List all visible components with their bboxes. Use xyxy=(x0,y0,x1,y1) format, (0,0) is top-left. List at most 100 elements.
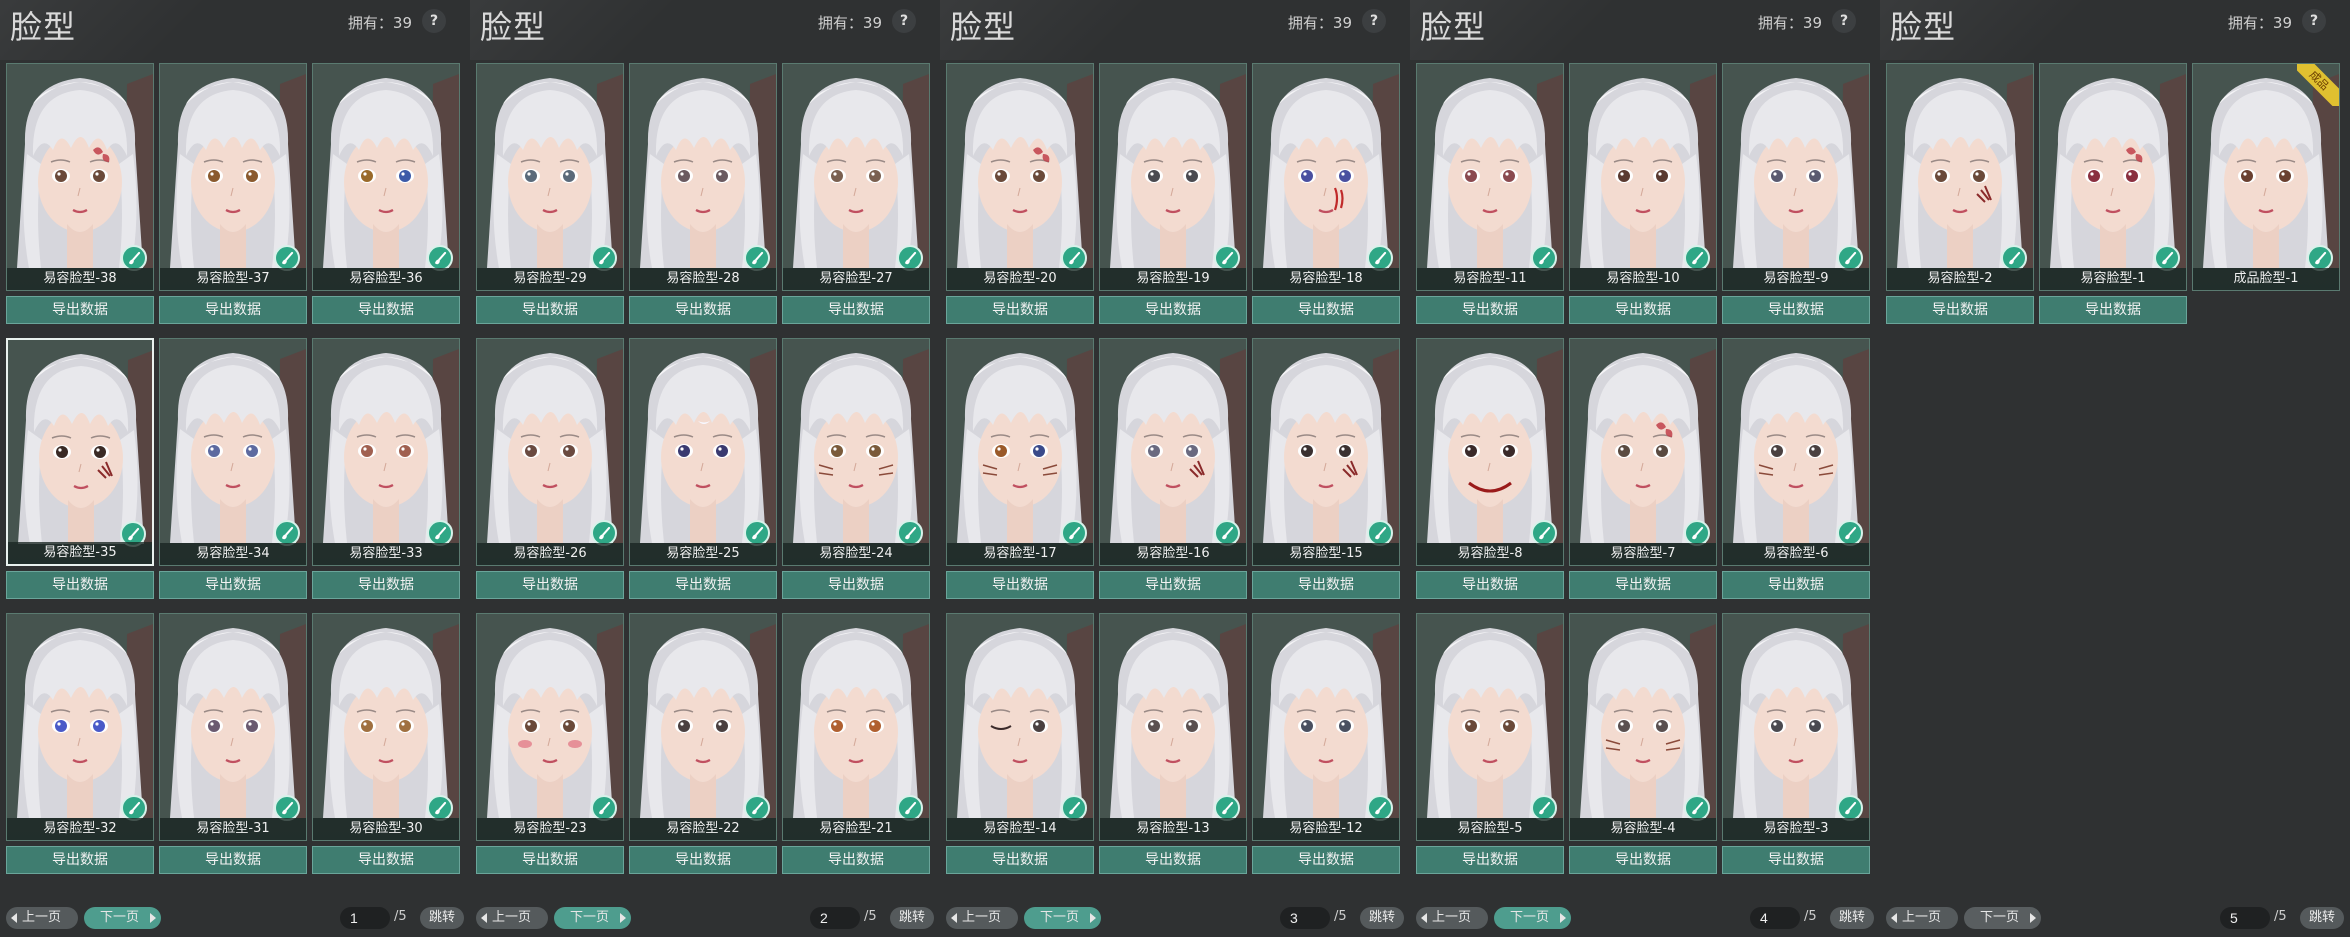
face-card[interactable]: 易容脸型-16 xyxy=(1099,338,1247,566)
face-card[interactable]: 易容脸型-34 xyxy=(159,338,307,566)
face-card[interactable]: 易容脸型-20 xyxy=(946,63,1094,291)
export-data-button[interactable]: 导出数据 xyxy=(1569,571,1717,599)
export-data-button[interactable]: 导出数据 xyxy=(1722,571,1870,599)
jump-button[interactable]: 跳转 xyxy=(1360,907,1404,929)
jump-button[interactable]: 跳转 xyxy=(420,907,464,929)
face-card[interactable]: 易容脸型-28 xyxy=(629,63,777,291)
export-data-button[interactable]: 导出数据 xyxy=(6,846,154,874)
help-icon[interactable]: ? xyxy=(1832,9,1856,33)
jump-button[interactable]: 跳转 xyxy=(1830,907,1874,929)
face-card[interactable]: 易容脸型-31 xyxy=(159,613,307,841)
export-data-button[interactable]: 导出数据 xyxy=(1416,296,1564,324)
export-data-button[interactable]: 导出数据 xyxy=(159,846,307,874)
prev-page-button[interactable]: 上一页 xyxy=(476,907,548,929)
face-card[interactable]: 易容脸型-25 xyxy=(629,338,777,566)
prev-page-button[interactable]: 上一页 xyxy=(946,907,1018,929)
export-data-button[interactable]: 导出数据 xyxy=(1886,296,2034,324)
jump-button[interactable]: 跳转 xyxy=(890,907,934,929)
page-number-input[interactable] xyxy=(340,907,390,929)
export-data-button[interactable]: 导出数据 xyxy=(476,296,624,324)
export-data-button[interactable]: 导出数据 xyxy=(629,571,777,599)
export-data-button[interactable]: 导出数据 xyxy=(946,296,1094,324)
face-card[interactable]: 易容脸型-19 xyxy=(1099,63,1247,291)
face-card[interactable]: 易容脸型-8 xyxy=(1416,338,1564,566)
face-card[interactable]: 易容脸型-33 xyxy=(312,338,460,566)
export-data-button[interactable]: 导出数据 xyxy=(1252,296,1400,324)
export-data-button[interactable]: 导出数据 xyxy=(946,846,1094,874)
next-page-button[interactable]: 下一页 xyxy=(554,907,631,929)
face-card[interactable]: 易容脸型-7 xyxy=(1569,338,1717,566)
help-icon[interactable]: ? xyxy=(422,9,446,33)
face-card[interactable]: 易容脸型-15 xyxy=(1252,338,1400,566)
face-card[interactable]: 易容脸型-37 xyxy=(159,63,307,291)
face-card[interactable]: 易容脸型-18 xyxy=(1252,63,1400,291)
page-number-input[interactable] xyxy=(2220,907,2270,929)
jump-button[interactable]: 跳转 xyxy=(2300,907,2344,929)
face-card[interactable]: 易容脸型-21 xyxy=(782,613,930,841)
export-data-button[interactable]: 导出数据 xyxy=(782,296,930,324)
export-data-button[interactable]: 导出数据 xyxy=(6,571,154,599)
face-card[interactable]: 易容脸型-12 xyxy=(1252,613,1400,841)
export-data-button[interactable]: 导出数据 xyxy=(1252,571,1400,599)
export-data-button[interactable]: 导出数据 xyxy=(1416,846,1564,874)
prev-page-button[interactable]: 上一页 xyxy=(6,907,78,929)
export-data-button[interactable]: 导出数据 xyxy=(629,296,777,324)
face-card[interactable]: 易容脸型-10 xyxy=(1569,63,1717,291)
export-data-button[interactable]: 导出数据 xyxy=(629,846,777,874)
export-data-button[interactable]: 导出数据 xyxy=(312,571,460,599)
face-card[interactable]: 易容脸型-5 xyxy=(1416,613,1564,841)
face-card[interactable]: 易容脸型-35 xyxy=(6,338,154,566)
face-card[interactable]: 易容脸型-24 xyxy=(782,338,930,566)
face-card[interactable]: 易容脸型-32 xyxy=(6,613,154,841)
next-page-button[interactable]: 下一页 xyxy=(1494,907,1571,929)
help-icon[interactable]: ? xyxy=(892,9,916,33)
export-data-button[interactable]: 导出数据 xyxy=(476,571,624,599)
export-data-button[interactable]: 导出数据 xyxy=(159,296,307,324)
prev-page-button[interactable]: 上一页 xyxy=(1416,907,1488,929)
face-card[interactable]: 易容脸型-3 xyxy=(1722,613,1870,841)
export-data-button[interactable]: 导出数据 xyxy=(1099,571,1247,599)
face-card[interactable]: 易容脸型-27 xyxy=(782,63,930,291)
next-page-button[interactable]: 下一页 xyxy=(1024,907,1101,929)
next-page-button[interactable]: 下一页 xyxy=(84,907,161,929)
page-number-input[interactable] xyxy=(1280,907,1330,929)
prev-page-button[interactable]: 上一页 xyxy=(1886,907,1958,929)
face-card[interactable]: 易容脸型-36 xyxy=(312,63,460,291)
export-data-button[interactable]: 导出数据 xyxy=(1722,846,1870,874)
export-data-button[interactable]: 导出数据 xyxy=(782,846,930,874)
face-card[interactable]: 易容脸型-26 xyxy=(476,338,624,566)
face-card[interactable]: 易容脸型-17 xyxy=(946,338,1094,566)
next-page-button[interactable]: 下一页 xyxy=(1964,907,2041,929)
export-data-button[interactable]: 导出数据 xyxy=(1252,846,1400,874)
face-card[interactable]: 易容脸型-38 xyxy=(6,63,154,291)
export-data-button[interactable]: 导出数据 xyxy=(782,571,930,599)
export-data-button[interactable]: 导出数据 xyxy=(946,571,1094,599)
export-data-button[interactable]: 导出数据 xyxy=(312,846,460,874)
export-data-button[interactable]: 导出数据 xyxy=(1722,296,1870,324)
page-number-input[interactable] xyxy=(810,907,860,929)
face-card[interactable]: 易容脸型-22 xyxy=(629,613,777,841)
export-data-button[interactable]: 导出数据 xyxy=(1416,571,1564,599)
export-data-button[interactable]: 导出数据 xyxy=(312,296,460,324)
face-card[interactable]: 易容脸型-4 xyxy=(1569,613,1717,841)
export-data-button[interactable]: 导出数据 xyxy=(1569,296,1717,324)
page-number-input[interactable] xyxy=(1750,907,1800,929)
face-card[interactable]: 易容脸型-6 xyxy=(1722,338,1870,566)
export-data-button[interactable]: 导出数据 xyxy=(1569,846,1717,874)
face-card[interactable]: 易容脸型-11 xyxy=(1416,63,1564,291)
export-data-button[interactable]: 导出数据 xyxy=(1099,846,1247,874)
export-data-button[interactable]: 导出数据 xyxy=(1099,296,1247,324)
export-data-button[interactable]: 导出数据 xyxy=(6,296,154,324)
export-data-button[interactable]: 导出数据 xyxy=(476,846,624,874)
face-card[interactable]: 易容脸型-29 xyxy=(476,63,624,291)
face-card[interactable]: 易容脸型-9 xyxy=(1722,63,1870,291)
face-card[interactable]: 易容脸型-14 xyxy=(946,613,1094,841)
help-icon[interactable]: ? xyxy=(2302,9,2326,33)
face-card[interactable]: 成品 成品脸型-1 xyxy=(2192,63,2340,291)
face-card[interactable]: 易容脸型-30 xyxy=(312,613,460,841)
face-card[interactable]: 易容脸型-13 xyxy=(1099,613,1247,841)
face-card[interactable]: 易容脸型-2 xyxy=(1886,63,2034,291)
export-data-button[interactable]: 导出数据 xyxy=(2039,296,2187,324)
face-card[interactable]: 易容脸型-23 xyxy=(476,613,624,841)
face-card[interactable]: 易容脸型-1 xyxy=(2039,63,2187,291)
